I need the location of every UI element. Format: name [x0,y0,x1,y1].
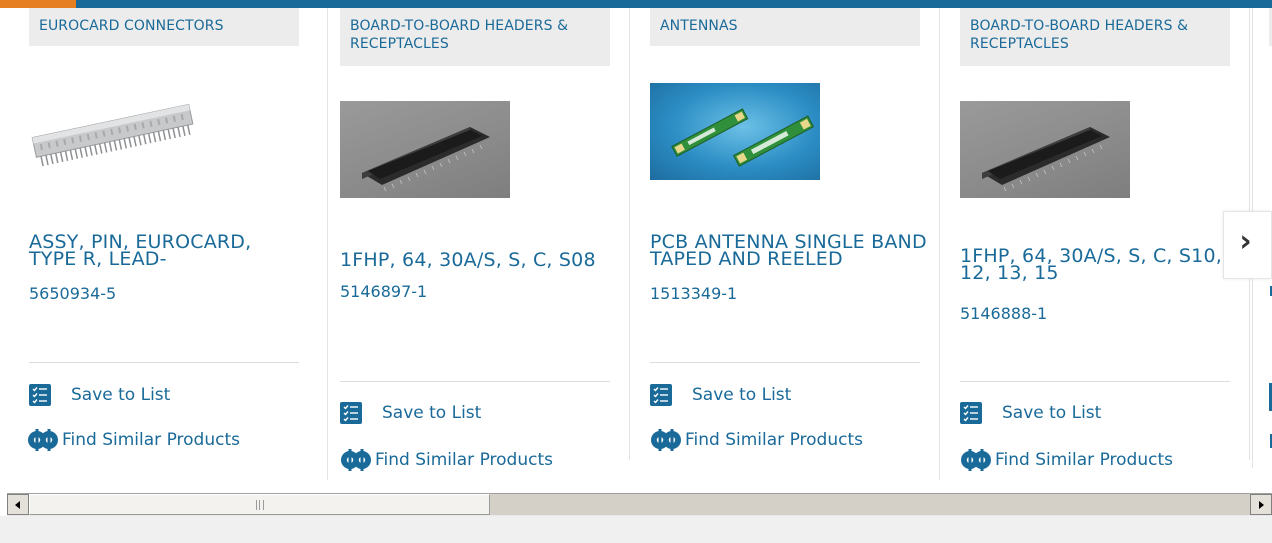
product-carousel: EUROCARD CONNECTORS ASSY, PIN, EUROCARD,… [0,8,1272,486]
product-card: BOARD-TO-BOARD HEADERS & RECEPTACLES 1FH… [940,8,1250,471]
divider [29,362,299,363]
save-to-list-label: Save to List [1002,403,1102,423]
eurocard-connector-photo[interactable] [27,83,197,180]
save-to-list-label: Save to List [382,403,482,423]
category-label[interactable]: EUROCARD CONNECTORS [29,8,299,46]
category-label[interactable]: ANTENNAS [650,8,920,46]
product-card: BOARD-TO-BOARD HEADERS & RECEPTACLES 1FH… [320,8,630,471]
product-card: EUROCARD CONNECTORS ASSY, PIN, EUROCARD,… [18,8,328,480]
gears-icon [340,448,372,472]
product-card: ANTENNAS PCB ANTENNA SINGLE BAND TAPED A… [630,8,940,480]
checklist-icon [29,384,51,406]
product-name-link[interactable]: PCB ANTENNA SINGLE BAND TAPED AND REELED [650,233,935,269]
board-header-photo[interactable] [960,101,1130,198]
category-label[interactable]: BOARD-TO-BOARD HEADERS & RECEPTACLES [960,8,1230,66]
part-number-link[interactable]: 5650934-5 [29,284,116,304]
footer-background [0,516,1272,543]
save-to-list-label: Save to List [71,385,171,405]
find-similar-label: Find Similar Products [62,430,240,450]
save-to-list-button[interactable]: Save to List [340,402,481,424]
part-number-link[interactable]: 5146897-1 [340,282,427,302]
find-similar-button[interactable]: Find Similar Products [960,448,1173,472]
divider [960,381,1230,382]
horizontal-scrollbar[interactable] [7,493,1272,516]
find-similar-label: Find Similar Products [995,450,1173,470]
save-to-list-button[interactable]: Save to List [960,402,1101,424]
checklist-icon [650,384,672,406]
find-similar-button[interactable]: Find Similar Products [27,428,240,452]
product-name-link[interactable]: ASSY, PIN, EUROCARD, TYPE R, LEAD- [29,233,299,269]
triangle-right-icon [1259,500,1264,509]
category-label[interactable]: BOARD-TO-BOARD HEADERS & RECEPTACLES [340,8,610,66]
carousel-next-button[interactable]: › [1223,211,1272,279]
pcb-antenna-photo[interactable] [650,83,820,180]
find-similar-label: Find Similar Products [685,430,863,450]
product-name-link[interactable]: 1FHP, 64, 30A/S, S, C, S08 [340,251,625,270]
find-similar-button[interactable]: Find Similar Products [340,448,553,472]
find-similar-button[interactable]: Find Similar Products [650,428,863,452]
gears-icon [650,428,682,452]
save-to-list-button[interactable]: Save to List [29,384,170,406]
triangle-left-icon [15,500,20,509]
board-header-photo[interactable] [340,101,510,198]
checklist-icon [340,402,362,424]
scroll-left-button[interactable] [7,494,29,515]
gears-icon [27,428,59,452]
checklist-icon [960,402,982,424]
save-to-list-label: Save to List [692,385,792,405]
part-number-link[interactable]: 1513349-1 [650,284,737,304]
scroll-right-button[interactable] [1250,494,1272,515]
part-number-link[interactable]: 5146888-1 [960,304,1047,324]
top-accent-bar [0,0,1272,8]
divider [340,381,610,382]
find-similar-label: Find Similar Products [375,450,553,470]
grip-icon [255,499,264,510]
product-name-link[interactable]: 1FHP, 64, 30A/S, S, C, S10, 12, 13, 15 [960,247,1250,283]
chevron-right-icon: › [1239,223,1252,259]
divider [650,362,920,363]
save-to-list-button[interactable]: Save to List [650,384,791,406]
gears-icon [960,448,992,472]
top-accent-orange [0,0,76,8]
scrollbar-thumb[interactable] [29,494,490,515]
